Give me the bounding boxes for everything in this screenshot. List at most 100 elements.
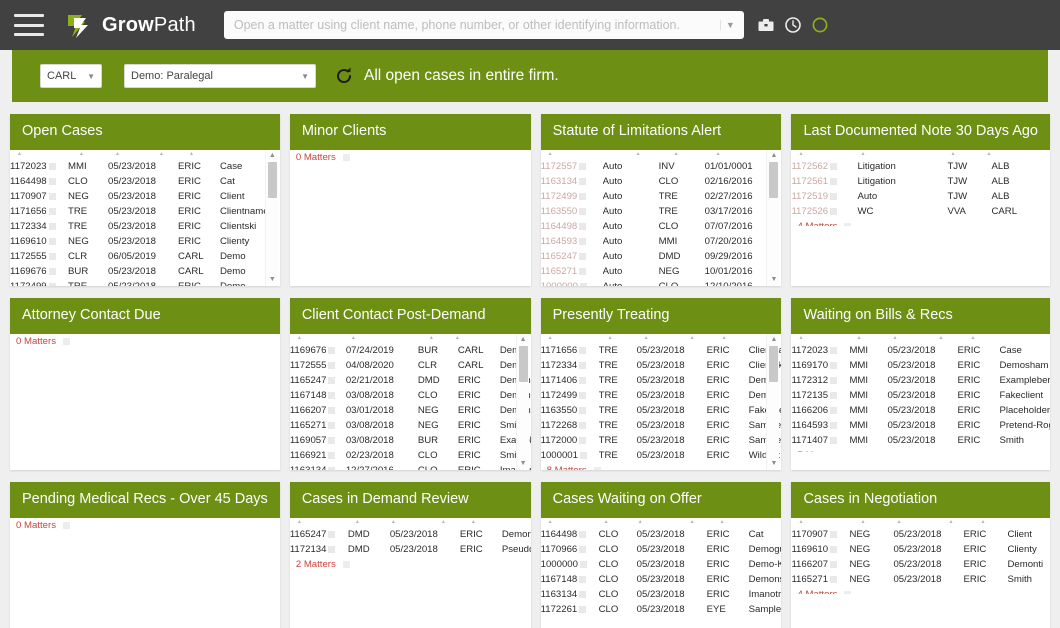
panel-scrollbar[interactable]: ▲▼ [516, 334, 529, 470]
table-row[interactable]: 116313412/27/2016CLOERICImanotreal [290, 463, 531, 470]
hamburger-menu-icon[interactable] [14, 14, 44, 36]
matter-id-cell[interactable]: 1169610 [10, 234, 68, 249]
table-row[interactable]: 1000000AutoCLO12/10/2016 [541, 279, 782, 286]
panel-scrollbar[interactable]: ▲▼ [766, 334, 779, 470]
sort-indicator-icon[interactable]: ▴ [857, 335, 860, 341]
table-row[interactable]: 1166207NEG05/23/2018ERICDemonti [791, 557, 1050, 572]
matter-id-cell[interactable]: 1172499 [541, 189, 603, 204]
matter-id-cell[interactable]: 1166207 [791, 557, 849, 572]
sort-indicator-icon[interactable]: ▴ [949, 519, 952, 525]
table-row[interactable]: 1172268TRE05/23/2018ERICSampleclient [541, 418, 782, 433]
panel-title[interactable]: Client Contact Post-Demand [290, 298, 531, 334]
sort-indicator-icon[interactable]: ▴ [116, 151, 119, 157]
sort-indicator-icon[interactable]: ▴ [609, 335, 612, 341]
sort-indicator-icon[interactable]: ▴ [298, 519, 301, 525]
matter-id-cell[interactable]: 1172334 [541, 358, 599, 373]
table-row[interactable]: 116905703/08/2018BURERICExamplez [290, 433, 531, 448]
scrollbar-thumb[interactable] [268, 162, 277, 198]
sort-indicator-icon[interactable]: ▴ [549, 335, 552, 341]
table-row[interactable]: 1163550AutoTRE03/17/2016 [541, 204, 782, 219]
sort-indicator-icon[interactable]: ▴ [981, 519, 984, 525]
role-select[interactable]: Demo: Paralegal ▼ [124, 64, 316, 88]
search-dropdown-chevron-down-icon[interactable]: ▼ [720, 20, 736, 30]
matter-id-cell[interactable]: 1172526 [791, 204, 857, 219]
sort-indicator-icon[interactable]: ▴ [799, 335, 802, 341]
matter-id-cell[interactable]: 1172334 [10, 219, 68, 234]
matter-id-cell[interactable]: 1172562 [791, 159, 857, 174]
search-input[interactable] [232, 17, 720, 33]
sort-indicator-icon[interactable]: ▴ [298, 335, 301, 341]
table-row[interactable]: 1172526WCVVACARL [791, 204, 1050, 219]
panel-title[interactable]: Statute of Limitations Alert [541, 114, 782, 150]
refresh-icon[interactable] [334, 66, 354, 86]
table-row[interactable]: 1164498AutoCLO07/07/2016 [541, 219, 782, 234]
sort-indicator-icon[interactable]: ▴ [717, 151, 720, 157]
scroll-down-arrow-icon[interactable]: ▼ [767, 459, 780, 469]
table-row[interactable]: 1000001TRE05/23/2018ERICWildcat [541, 448, 782, 463]
matter-id-cell[interactable]: 1164498 [541, 527, 599, 542]
scroll-up-arrow-icon[interactable]: ▲ [767, 151, 780, 161]
matter-id-cell[interactable]: 1164593 [541, 234, 603, 249]
matter-id-cell[interactable]: 1169676 [10, 264, 68, 279]
table-row[interactable]: 1172000TRE05/23/2018ERICSampler [541, 433, 782, 448]
table-row[interactable]: 1165247AutoDMD09/29/2016 [541, 249, 782, 264]
matter-id-cell[interactable]: 1172023 [10, 159, 68, 174]
brand-logo-group[interactable]: GrowPath [64, 10, 196, 40]
table-row[interactable]: 1172499AutoTRE02/27/2016 [541, 189, 782, 204]
matter-id-cell[interactable]: 1166206 [791, 403, 849, 418]
matter-id-cell[interactable]: 1172499 [10, 279, 68, 286]
table-row[interactable]: 1172312MMI05/23/2018ERICExampleberger [791, 373, 1050, 388]
table-row[interactable]: 1172023MMI05/23/2018ERICCase [10, 159, 280, 174]
table-row[interactable]: 1167148CLO05/23/2018ERICDemonstrata [541, 572, 782, 587]
matter-id-cell[interactable]: 1163134 [541, 587, 599, 602]
matter-id-cell[interactable]: 1172023 [791, 343, 849, 358]
table-row[interactable]: 1172135MMI05/23/2018ERICFakeclient [791, 388, 1050, 403]
panel-title[interactable]: Cases in Demand Review [290, 482, 531, 518]
matter-id-cell[interactable]: 1164498 [541, 219, 603, 234]
panel-title[interactable]: Presently Treating [541, 298, 782, 334]
sort-indicator-icon[interactable]: ▴ [637, 151, 640, 157]
table-row[interactable]: 116967607/24/2019BURCARLDemo [290, 343, 531, 358]
sort-indicator-icon[interactable]: ▴ [897, 519, 900, 525]
table-row[interactable]: 1172562LitigationTJWALB [791, 159, 1050, 174]
sort-indicator-icon[interactable]: ▴ [721, 519, 724, 525]
matter-id-cell[interactable]: 1163134 [290, 463, 346, 470]
sort-indicator-icon[interactable]: ▴ [939, 335, 942, 341]
table-row[interactable]: 116692102/23/2018CLOERICSmith [290, 448, 531, 463]
table-row[interactable]: 1169676BUR05/23/2018CARLDemo [10, 264, 280, 279]
panel-scrollbar[interactable]: ▲▼ [265, 150, 278, 286]
table-row[interactable]: 1172334TRE05/23/2018ERICClientski [10, 219, 280, 234]
panel-title[interactable]: Pending Medical Recs - Over 45 Days [10, 482, 280, 518]
matter-id-cell[interactable]: 1170907 [10, 189, 68, 204]
sort-indicator-icon[interactable]: ▴ [799, 151, 802, 157]
matter-id-cell[interactable]: 1165247 [290, 373, 346, 388]
scrollbar-thumb[interactable] [769, 346, 778, 382]
table-row[interactable]: 1165271NEG05/23/2018ERICSmith [791, 572, 1050, 587]
table-row[interactable]: 1169170MMI05/23/2018ERICDemosham [791, 358, 1050, 373]
sort-indicator-icon[interactable]: ▴ [472, 519, 475, 525]
matter-id-cell[interactable]: 1172561 [791, 174, 857, 189]
sort-indicator-icon[interactable]: ▴ [691, 335, 694, 341]
sort-indicator-icon[interactable]: ▴ [861, 151, 864, 157]
table-row[interactable]: 1164498CLO05/23/2018ERICCat [10, 174, 280, 189]
table-row[interactable]: 1171407MMI05/23/2018ERICSmith [791, 433, 1050, 448]
matter-id-cell[interactable]: 1167148 [541, 572, 599, 587]
matter-id-cell[interactable]: 1169170 [791, 358, 849, 373]
global-search-box[interactable]: ▼ [224, 11, 744, 39]
matter-id-cell[interactable]: 1164593 [791, 418, 849, 433]
table-row[interactable]: 1172023MMI05/23/2018ERICCase [791, 343, 1050, 358]
table-row[interactable]: 1172134DMD05/23/2018ERICPseudoclient [290, 542, 531, 557]
clock-icon[interactable] [784, 16, 802, 34]
table-row[interactable]: 1169610NEG05/23/2018ERICClienty [791, 542, 1050, 557]
matter-id-cell[interactable]: 1172555 [10, 249, 68, 264]
table-row[interactable]: 1000000CLO05/23/2018ERICDemo-Kehu [541, 557, 782, 572]
matter-id-cell[interactable]: 1164498 [10, 174, 68, 189]
table-row[interactable]: 1172499TRE05/23/2018ERICDemo [10, 279, 280, 286]
table-row[interactable]: 1172561LitigationTJWALB [791, 174, 1050, 189]
sort-indicator-icon[interactable]: ▴ [861, 519, 864, 525]
matter-id-cell[interactable]: 1170966 [541, 542, 599, 557]
table-row[interactable]: 1164593AutoMMI07/20/2016 [541, 234, 782, 249]
table-row[interactable]: 1169610NEG05/23/2018ERICClienty [10, 234, 280, 249]
panel-title[interactable]: Minor Clients [290, 114, 531, 150]
table-row[interactable]: 117255504/08/2020CLRCARLDemo [290, 358, 531, 373]
